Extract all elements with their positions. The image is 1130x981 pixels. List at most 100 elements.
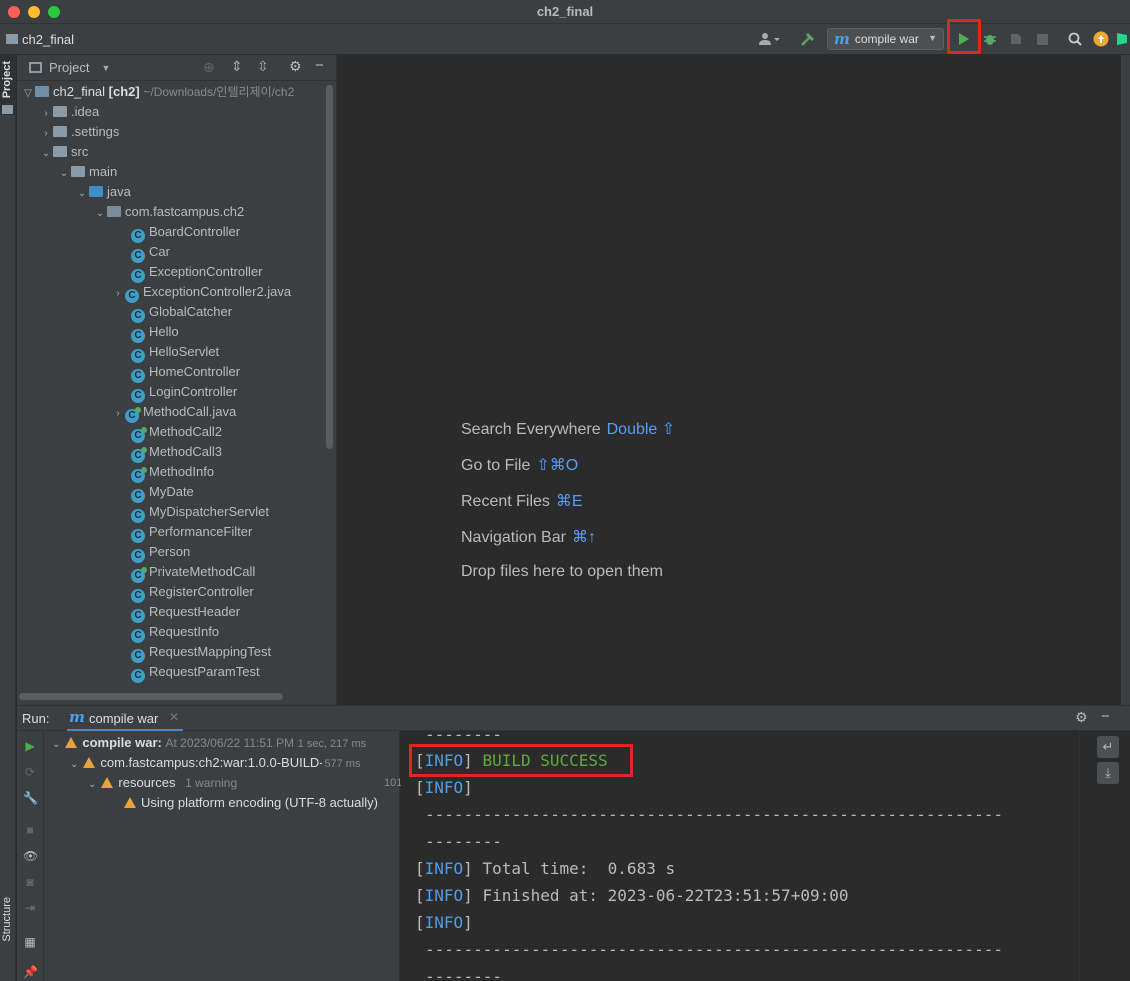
chevron-right-icon[interactable]: › [39,104,53,124]
build-tree-warning[interactable]: Using platform encoding (UTF-8 actually) [124,793,378,813]
stop-icon[interactable] [1033,29,1051,49]
tree-item-class[interactable]: C LoginController [117,382,237,403]
project-tool-tab[interactable]: Project [1,61,13,98]
tree-item-file[interactable]: › C ExceptionController2.java [111,282,291,304]
tree-item-class[interactable]: C BoardController [117,222,240,243]
rerun-icon[interactable]: ▶ [23,739,37,753]
locate-target-icon[interactable]: ⊕ [203,59,215,76]
chevron-down-icon[interactable]: ▽ [21,84,35,104]
build-tree-root[interactable]: ⌄ compile war: At 2023/06/22 11:51 PM 1 s… [52,733,366,753]
stop-icon[interactable]: ■ [23,823,37,837]
tree-item-settings[interactable]: › .settings [39,122,119,142]
tree-item-class[interactable]: C Hello [117,322,179,343]
chevron-right-icon[interactable]: › [111,284,125,304]
class-icon: C [131,509,145,523]
wrench-settings-icon[interactable]: 🔧 [23,791,38,805]
show-output-eye-icon[interactable]: 👁 [23,849,38,863]
project-folder-icon [2,105,13,114]
breadcrumb-project[interactable]: ch2_final [22,32,74,47]
folder-icon [53,146,67,157]
tree-item-class[interactable]: C HomeController [117,362,240,383]
horizontal-scrollbar[interactable] [19,693,283,700]
layout-icon[interactable]: ▦ [23,935,37,949]
editor-area[interactable] [338,55,1121,705]
chevron-right-icon[interactable]: › [39,124,53,144]
tree-item-class[interactable]: C PerformanceFilter [117,522,252,543]
gear-icon[interactable]: ⚙ [1075,709,1088,726]
camera-dump-icon[interactable]: ◙ [23,875,37,889]
tree-item-class[interactable]: C HelloServlet [117,342,219,363]
project-panel-title[interactable]: Project [49,60,89,75]
tree-item-class[interactable]: C MyDispatcherServlet [117,502,269,523]
chevron-down-icon[interactable]: ⌄ [93,204,107,224]
pin-icon[interactable]: 📌 [23,965,38,979]
build-hammer-icon[interactable] [798,29,818,49]
search-icon[interactable] [1066,29,1084,49]
chevron-down-icon[interactable]: ⌄ [70,759,78,770]
tree-item-class[interactable]: C RequestHeader [117,602,240,623]
tree-item-class[interactable]: C Person [117,542,190,563]
debug-bug-icon[interactable] [981,29,999,49]
chevron-right-icon[interactable]: › [111,404,125,424]
console-separator: -------- [425,731,503,744]
tree-item-src[interactable]: ⌄ src [39,142,89,164]
chevron-down-icon[interactable]: ⌄ [75,184,89,204]
tree-item-main[interactable]: ⌄ main [57,162,117,182]
console-line: [INFO] [415,778,473,797]
tree-item-class[interactable]: C MethodCall2 [117,422,222,443]
rerun-failed-icon[interactable]: ⟳ [23,765,37,779]
maven-m-icon: m [834,30,850,48]
tree-root[interactable]: ▽ ch2_final [ch2] ~/Downloads/인텔리제이/ch2 [21,82,294,102]
build-tree-module[interactable]: ⌄ com.fastcampus:ch2:war:1.0.0-BUILD-SNAP… [70,753,400,773]
hint-shortcut: ⌘E [555,493,583,510]
run-button-highlight [947,19,981,54]
tree-node-name: resources [118,775,176,790]
tree-label: java [107,184,131,199]
chevron-down-icon[interactable]: ⌄ [88,779,96,790]
structure-tool-tab[interactable]: Structure [1,897,13,942]
chevron-down-icon[interactable]: ⌄ [57,164,71,184]
hide-panel-icon[interactable]: − [1101,708,1110,725]
tree-item-file[interactable]: › C MethodCall.java [111,402,236,424]
collapse-all-icon[interactable]: ⇳ [257,58,269,75]
tree-item-idea[interactable]: › .idea [39,102,99,122]
tree-item-java[interactable]: ⌄ java [75,182,131,202]
build-tree-resources[interactable]: ⌄resources 1 warning101 ms [88,773,420,793]
project-tool-window: Project ▼ ⊕ ⇕ ⇳ ⚙ − ▽ ch2_final [ch2] ~/D… [17,55,337,705]
jetbrains-toolbox-icon[interactable] [1117,29,1130,49]
tree-item-class[interactable]: C MyDate [117,482,194,503]
soft-wrap-icon[interactable]: ↵ [1097,736,1119,758]
user-account-icon[interactable] [757,29,783,49]
tree-item-class[interactable]: C RequestMappingTest [117,642,271,663]
tree-item-class[interactable]: C RequestParamTest [117,662,260,683]
tree-item-class[interactable]: C GlobalCatcher [117,302,232,323]
gear-icon[interactable]: ⚙ [289,58,302,75]
hint-navigation-bar: Navigation Bar ⌘↑ [461,527,596,547]
package-icon [107,206,121,217]
tree-item-class[interactable]: C ExceptionController [117,262,262,283]
expand-all-icon[interactable]: ⇕ [231,58,243,75]
tree-item-class[interactable]: C PrivateMethodCall [117,562,255,583]
tree-item-class[interactable]: C Car [117,242,170,263]
scroll-to-end-icon[interactable]: ⤓ [1097,762,1119,784]
tree-item-class[interactable]: C RegisterController [117,582,254,603]
update-available-icon[interactable] [1092,29,1110,49]
run-tab-compile-war[interactable]: compile war [89,711,158,726]
vertical-scrollbar[interactable] [326,85,333,449]
tree-item-class[interactable]: C RequestInfo [117,622,219,643]
tree-item-package[interactable]: ⌄ com.fastcampus.ch2 [93,202,244,222]
run-configuration-selector[interactable]: m compile war ▼ [827,28,944,50]
hide-panel-icon[interactable]: − [315,57,324,74]
class-icon: C [131,669,145,683]
chevron-down-icon[interactable]: ▼ [101,63,110,73]
exit-icon[interactable]: ⇥ [23,901,37,915]
close-tab-icon[interactable]: ✕ [169,710,179,724]
tree-item-class[interactable]: C MethodCall3 [117,442,222,463]
chevron-down-icon[interactable]: ⌄ [39,144,53,164]
console-separator: ----------------------------------------… [425,805,1003,824]
hint-search-everywhere: Search Everywhere Double ⇧ [461,419,675,439]
coverage-icon[interactable] [1007,29,1025,49]
chevron-down-icon[interactable]: ⌄ [52,739,60,750]
tree-label: Hello [149,324,179,339]
tree-item-class[interactable]: C MethodInfo [117,462,214,483]
